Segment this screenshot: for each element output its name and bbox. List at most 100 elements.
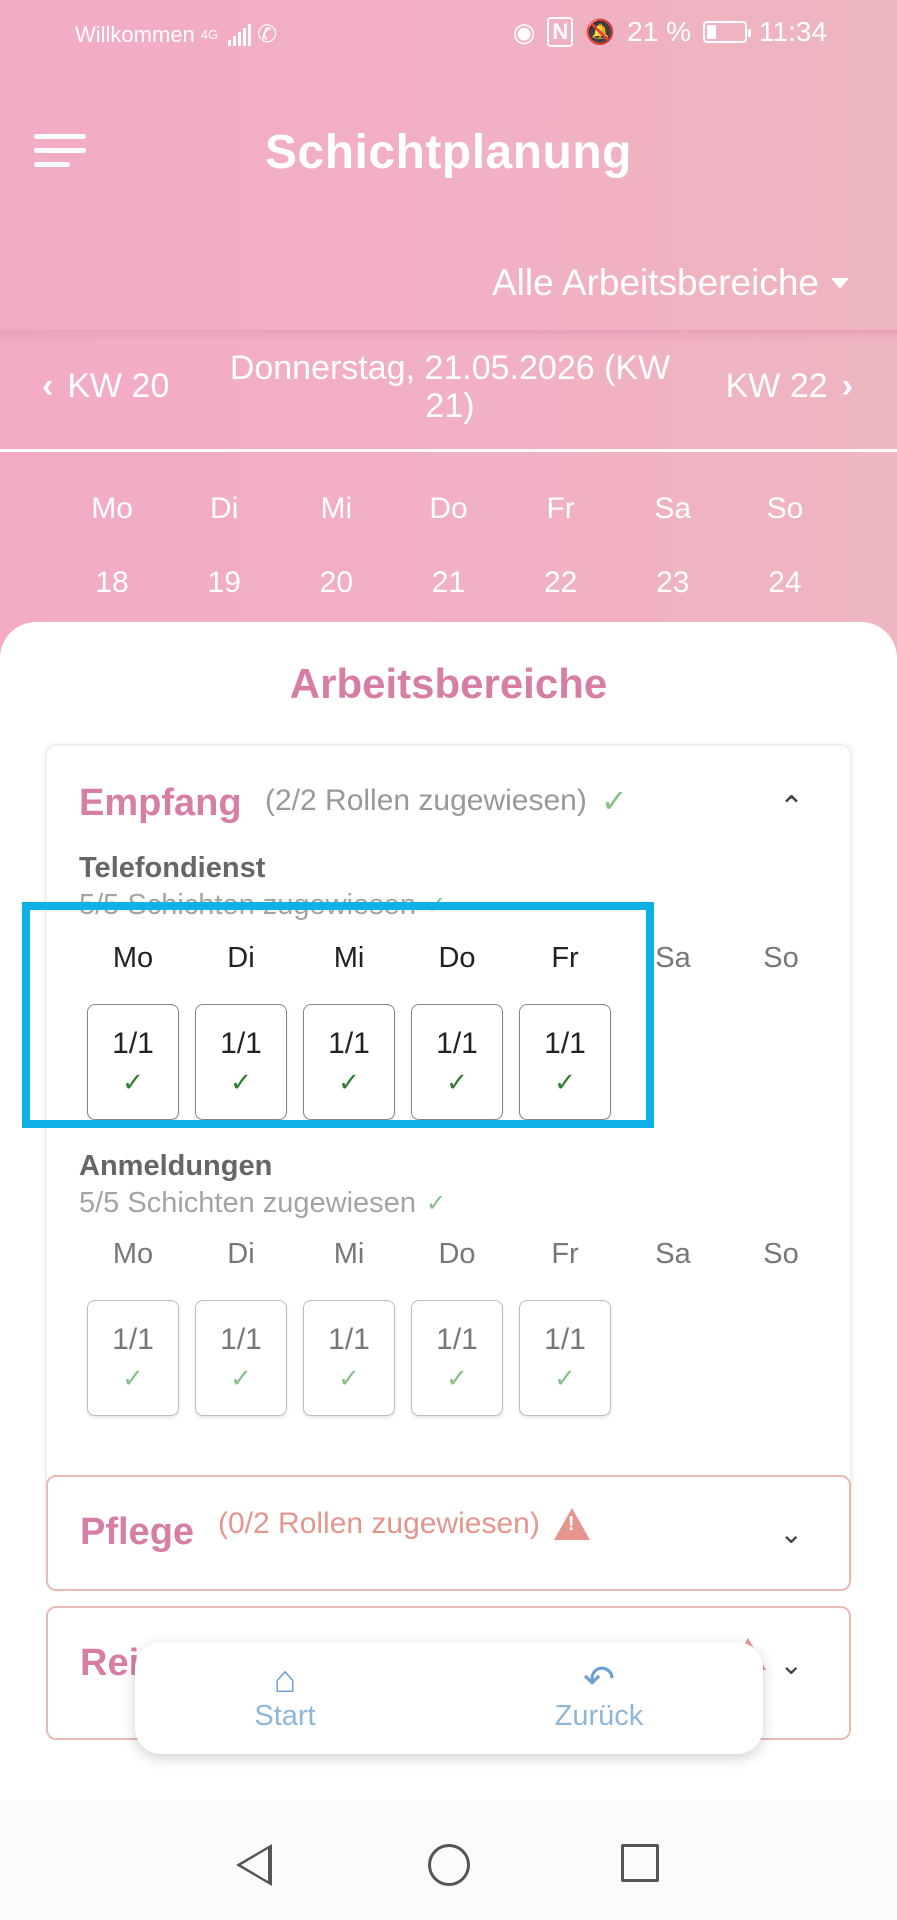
shift-cell[interactable]: 1/1 ✓ xyxy=(303,1004,395,1120)
chevron-down-icon[interactable]: ⌄ xyxy=(780,1648,803,1681)
day-name[interactable]: So xyxy=(729,492,841,526)
shift-value: 1/1 xyxy=(328,1026,370,1060)
day-name[interactable]: Mo xyxy=(56,492,168,526)
day-name[interactable]: Do xyxy=(392,492,504,526)
role-count: 5/5 Schichten zugewiesen ✓ xyxy=(79,1187,819,1220)
check-icon: ✓ xyxy=(122,1066,144,1097)
day-header: Do xyxy=(438,1238,476,1270)
chevron-down-icon[interactable]: ⌄ xyxy=(780,1517,803,1550)
day-number[interactable]: 22 xyxy=(505,566,617,600)
day-header: So xyxy=(763,1238,799,1270)
check-icon: ✓ xyxy=(338,1362,360,1393)
shift-cell[interactable]: 1/1 ✓ xyxy=(195,1004,287,1120)
day-number[interactable]: 20 xyxy=(280,566,392,600)
day-header: Di xyxy=(227,1238,255,1270)
bottom-navigation: ⌂ Start ↶ Zurück xyxy=(135,1642,763,1754)
check-icon: ✓ xyxy=(230,1066,252,1097)
day-header: Mi xyxy=(333,942,365,974)
carrier-label: Willkommen xyxy=(75,21,195,47)
day-header: Di xyxy=(227,942,255,974)
day-number[interactable]: 19 xyxy=(168,566,280,600)
status-right: ◉ N 🔕 21 % 11:34 xyxy=(513,16,827,48)
network-label: 4G xyxy=(200,27,219,42)
shift-cell[interactable]: 1/1 ✓ xyxy=(519,1004,611,1120)
shift-cell[interactable]: 1/1 ✓ xyxy=(195,1300,287,1416)
area-summary-text: (0/2 Rollen zugewiesen) xyxy=(218,1507,540,1540)
week-day-names: Mo Di Mi Do Fr Sa So xyxy=(56,492,841,526)
day-number[interactable]: 21 xyxy=(392,566,504,600)
start-label: Start xyxy=(254,1700,316,1732)
shift-cell[interactable]: 1/1 ✓ xyxy=(87,1004,179,1120)
day-name[interactable]: Di xyxy=(168,492,280,526)
day-header: Sa xyxy=(655,942,691,974)
shift-value: 1/1 xyxy=(112,1322,154,1356)
next-week-button[interactable]: KW 22 › xyxy=(726,367,853,406)
day-name[interactable]: Sa xyxy=(617,492,729,526)
check-icon: ✓ xyxy=(230,1362,252,1393)
system-navigation-bar xyxy=(0,1800,897,1920)
header-shadow xyxy=(0,330,897,342)
next-week-label: KW 22 xyxy=(725,367,828,405)
check-icon: ✓ xyxy=(554,1362,576,1393)
day-name[interactable]: Fr xyxy=(505,492,617,526)
nfc-icon: N xyxy=(547,17,574,47)
shift-value: 1/1 xyxy=(544,1026,586,1060)
check-icon: ✓ xyxy=(554,1066,576,1097)
role-day-headers: Mo Di Mi Do Fr Sa So xyxy=(79,1238,819,1271)
chevron-up-icon[interactable]: ⌃ xyxy=(779,790,804,825)
role-count-text: 5/5 Schichten zugewiesen xyxy=(79,889,416,921)
role-day-headers: Mo Di Mi Do Fr Sa So xyxy=(79,942,819,975)
shift-value: 1/1 xyxy=(436,1322,478,1356)
shift-cell[interactable]: 1/1 ✓ xyxy=(87,1300,179,1416)
check-icon: ✓ xyxy=(446,1066,468,1097)
system-recents-icon[interactable] xyxy=(621,1844,659,1882)
shift-cell[interactable]: 1/1 ✓ xyxy=(303,1300,395,1416)
role-name: Telefondienst xyxy=(79,852,266,884)
area-summary-text: (2/2 Rollen zugewiesen) xyxy=(265,784,587,817)
shift-row: 1/1 ✓ 1/1 ✓ 1/1 ✓ 1/1 ✓ 1/1 ✓ xyxy=(79,1300,619,1416)
area-title[interactable]: Empfang xyxy=(79,782,242,825)
shift-cell[interactable]: 1/1 ✓ xyxy=(411,1300,503,1416)
day-header: Do xyxy=(438,942,476,974)
shift-value: 1/1 xyxy=(436,1026,478,1060)
page-title: Schichtplanung xyxy=(265,126,632,179)
area-title: Pflege xyxy=(80,1511,195,1553)
battery-icon xyxy=(703,21,751,43)
shift-cell[interactable]: 1/1 ✓ xyxy=(519,1300,611,1416)
shift-value: 1/1 xyxy=(328,1322,370,1356)
bell-off-icon: 🔕 xyxy=(585,18,616,46)
role-count: 5/5 Schichten zugewiesen ✓ xyxy=(79,889,819,922)
system-home-icon[interactable] xyxy=(428,1844,470,1886)
prev-week-label: KW 20 xyxy=(67,367,170,405)
shift-value: 1/1 xyxy=(220,1026,262,1060)
undo-icon: ↶ xyxy=(583,1659,615,1701)
status-left: Willkommen 4G ✆ xyxy=(75,20,277,49)
area-card-empfang: Empfang (2/2 Rollen zugewiesen) ✓ ⌃ Tele… xyxy=(46,745,851,1581)
day-number[interactable]: 18 xyxy=(56,566,168,600)
divider xyxy=(0,449,897,452)
day-number[interactable]: 24 xyxy=(729,566,841,600)
app-header: Willkommen 4G ✆ ◉ N 🔕 21 % 11:34 Schicht… xyxy=(0,0,897,700)
day-header: Mi xyxy=(333,1238,365,1270)
system-back-icon[interactable] xyxy=(236,1844,272,1886)
signal-icon xyxy=(228,23,252,46)
shift-cell[interactable]: 1/1 ✓ xyxy=(411,1004,503,1120)
area-card-pflege[interactable]: Pflege (0/2 Rollen zugewiesen) ⌄ xyxy=(46,1475,851,1591)
start-button[interactable]: ⌂ Start xyxy=(185,1660,385,1733)
area-summary: (0/2 Rollen zugewiesen) xyxy=(218,1507,590,1541)
caret-down-icon xyxy=(831,277,849,289)
check-icon: ✓ xyxy=(122,1362,144,1393)
shift-value: 1/1 xyxy=(220,1322,262,1356)
check-icon: ✓ xyxy=(338,1066,360,1097)
back-button[interactable]: ↶ Zurück xyxy=(499,1660,699,1733)
day-header: Fr xyxy=(551,1238,579,1270)
area-filter-dropdown[interactable]: Alle Arbeitsbereiche xyxy=(492,262,849,304)
day-name[interactable]: Mi xyxy=(280,492,392,526)
day-number[interactable]: 23 xyxy=(617,566,729,600)
prev-week-button[interactable]: ‹ KW 20 xyxy=(42,367,169,406)
sheet-title: Arbeitsbereiche xyxy=(289,660,608,707)
area-title: Rei xyxy=(80,1642,140,1684)
shift-value: 1/1 xyxy=(544,1322,586,1356)
chevron-left-icon: ‹ xyxy=(42,367,54,405)
check-icon: ✓ xyxy=(600,783,628,819)
